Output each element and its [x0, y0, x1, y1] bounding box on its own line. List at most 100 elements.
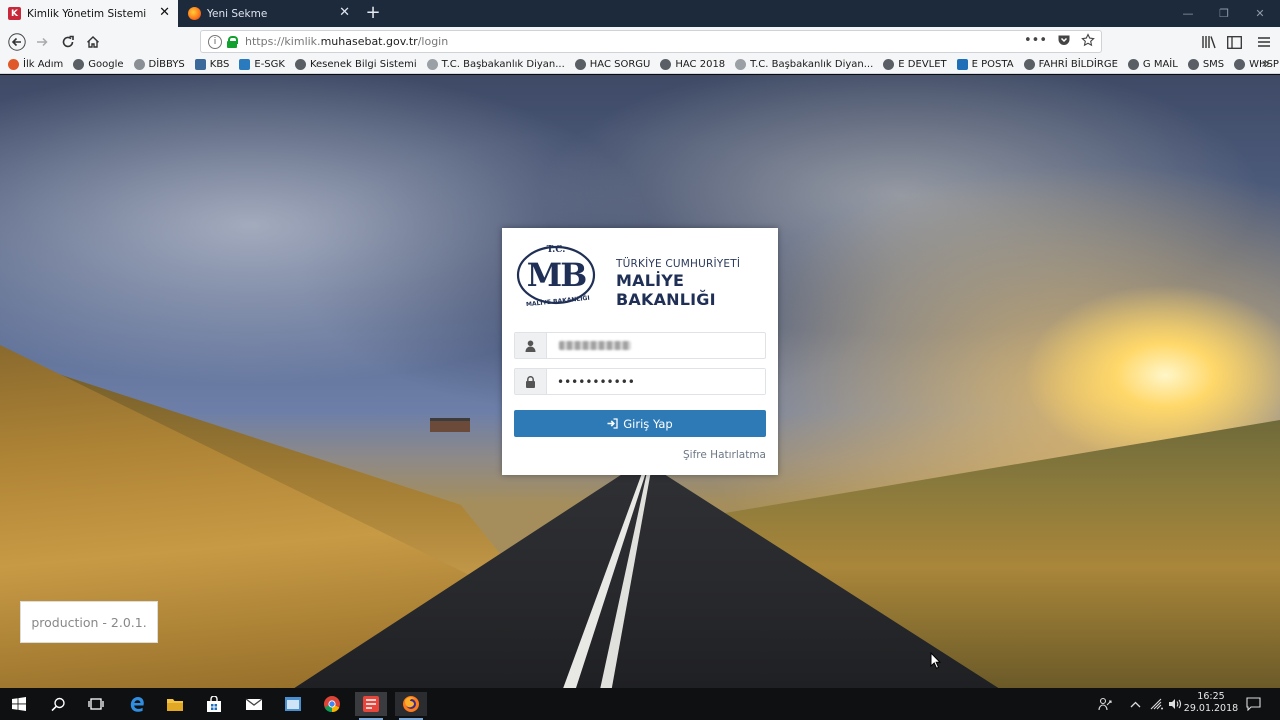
notifications-icon[interactable] — [1246, 688, 1261, 720]
bookmark-item[interactable]: Google — [73, 59, 124, 70]
task-view-button[interactable] — [80, 692, 112, 716]
store-taskbar-button[interactable] — [198, 692, 230, 716]
login-card: T.C. MB MALİYE BAKANLIĞI TÜRKİYE CUMHURİ… — [502, 228, 778, 475]
url-text: https://kimlik.muhasebat.gov.tr/login — [245, 35, 449, 48]
forgot-password-link[interactable]: Şifre Hatırlatma — [683, 449, 766, 461]
tab-kimlik-yonetim[interactable]: K Kimlik Yönetim Sistemi ✕ — [0, 0, 178, 27]
home-icon — [87, 36, 99, 48]
edge-taskbar-button[interactable] — [121, 692, 153, 716]
firefox-taskbar-button[interactable] — [395, 692, 427, 720]
red-app-taskbar-button[interactable] — [355, 692, 387, 720]
bookmark-item[interactable]: SMS — [1187, 59, 1224, 70]
network-icon[interactable] — [1150, 688, 1164, 720]
windows-taskbar: 16:25 29.01.2018 — [0, 688, 1280, 720]
version-badge: production - 2.0.1. — [20, 601, 158, 643]
mouse-cursor-icon — [930, 652, 942, 669]
tab-yeni-sekme[interactable]: Yeni Sekme ✕ — [180, 0, 358, 27]
task-view-icon — [88, 698, 104, 710]
bookmark-favicon-icon — [426, 59, 438, 70]
password-field[interactable] — [514, 368, 766, 395]
kimlik-favicon-icon: K — [8, 7, 21, 20]
republic-label: TÜRKİYE CUMHURİYETİ — [616, 258, 741, 270]
bookmark-item[interactable]: KBS — [194, 59, 229, 70]
search-button[interactable] — [42, 692, 74, 716]
file-explorer-taskbar-button[interactable] — [159, 692, 191, 716]
library-button[interactable] — [1197, 30, 1221, 54]
login-button-label: Giriş Yap — [623, 416, 673, 431]
ministry-name: MALİYE BAKANLIĞI — [616, 271, 716, 309]
close-tab-icon[interactable]: ✕ — [339, 6, 350, 20]
bookmark-item[interactable]: DİBBYS — [133, 59, 185, 70]
home-button[interactable] — [81, 30, 105, 54]
bookmark-item[interactable]: E-SGK — [239, 59, 285, 70]
people-icon[interactable] — [1098, 688, 1112, 720]
bookmark-favicon-icon — [8, 59, 19, 70]
app-taskbar-button[interactable] — [277, 692, 309, 716]
bookmark-item[interactable]: T.C. Başbakanlık Diyan... — [426, 59, 565, 70]
library-icon — [1202, 36, 1216, 49]
bookmark-item[interactable]: Kesenek Bilgi Sistemi — [294, 59, 417, 70]
system-clock[interactable]: 16:25 29.01.2018 — [1180, 691, 1242, 715]
sidebar-icon — [1226, 35, 1242, 49]
reload-button[interactable] — [56, 30, 80, 54]
globe-icon — [883, 59, 895, 70]
edge-icon — [130, 697, 144, 712]
sidebar-button[interactable] — [1222, 30, 1246, 54]
bookmark-favicon-icon — [735, 59, 747, 70]
username-field[interactable] — [514, 332, 766, 359]
login-button[interactable]: Giriş Yap — [514, 410, 766, 437]
password-input[interactable] — [547, 369, 765, 394]
bookmarks-bar: İlk Adım Google DİBBYS KBS E-SGK Kesenek… — [0, 56, 1280, 74]
forward-button[interactable] — [30, 30, 54, 54]
bookmark-item[interactable]: E DEVLET — [883, 59, 947, 70]
recorder-app-icon — [363, 696, 379, 712]
minimize-icon[interactable]: — — [1170, 0, 1206, 27]
close-window-icon[interactable]: ✕ — [1242, 0, 1278, 27]
bookmark-item[interactable]: T.C. Başbakanlık Diyan... — [735, 59, 873, 70]
maximize-icon[interactable]: ❐ — [1206, 0, 1242, 27]
close-tab-icon[interactable]: ✕ — [159, 6, 170, 20]
globe-icon — [1234, 59, 1246, 70]
lock-icon — [515, 369, 547, 394]
clock-time: 16:25 — [1197, 691, 1225, 702]
redacted-username — [559, 341, 631, 350]
secure-lock-icon — [227, 35, 238, 48]
bookmark-item[interactable]: FAHRİ BİLDİRGE — [1023, 59, 1118, 70]
sign-in-icon — [607, 418, 618, 429]
page-actions-icon[interactable]: ••• — [1024, 33, 1047, 48]
mail-icon — [245, 697, 263, 710]
forward-arrow-icon — [37, 37, 48, 47]
search-icon — [50, 697, 65, 711]
bookmark-item[interactable]: HAC 2018 — [660, 59, 725, 70]
bookmark-item[interactable]: İlk Adım — [8, 59, 63, 70]
maliye-bakanligi-logo: T.C. MB MALİYE BAKANLIĞI — [516, 245, 596, 306]
address-bar[interactable]: i https://kimlik.muhasebat.gov.tr/login … — [200, 30, 1102, 53]
bookmark-item[interactable]: E POSTA — [956, 59, 1014, 70]
bookmark-item[interactable]: HAC SORGU — [574, 59, 650, 70]
new-tab-button[interactable]: + — [362, 2, 384, 24]
mail-taskbar-button[interactable] — [238, 692, 270, 716]
bookmark-item[interactable]: G MAİL — [1127, 59, 1178, 70]
bookmark-favicon-icon — [956, 59, 968, 70]
chrome-icon — [324, 696, 340, 713]
back-button[interactable] — [5, 30, 29, 54]
more-bookmarks-icon[interactable]: » — [1261, 56, 1270, 73]
menu-button[interactable] — [1252, 30, 1276, 54]
bookmark-favicon-icon — [239, 59, 251, 70]
pocket-icon[interactable] — [1057, 33, 1071, 47]
store-icon — [207, 695, 221, 712]
bookmark-item[interactable]: WHSP — [1234, 59, 1279, 70]
globe-icon — [1187, 59, 1199, 70]
site-info-icon[interactable]: i — [208, 34, 222, 49]
windows-start-button[interactable] — [3, 692, 35, 716]
chrome-taskbar-button[interactable] — [316, 692, 348, 716]
svg-text:T.C.: T.C. — [547, 245, 566, 255]
globe-icon — [73, 59, 85, 70]
ministry-title: TÜRKİYE CUMHURİYETİ MALİYE BAKANLIĞI — [616, 258, 778, 309]
bookmark-star-icon[interactable] — [1081, 33, 1095, 47]
folder-icon — [167, 698, 183, 711]
clock-date: 29.01.2018 — [1183, 703, 1239, 714]
browser-tab-strip: K Kimlik Yönetim Sistemi ✕ Yeni Sekme ✕ … — [0, 0, 1280, 27]
globe-icon — [294, 59, 306, 70]
chevron-up-icon[interactable] — [1130, 688, 1141, 720]
